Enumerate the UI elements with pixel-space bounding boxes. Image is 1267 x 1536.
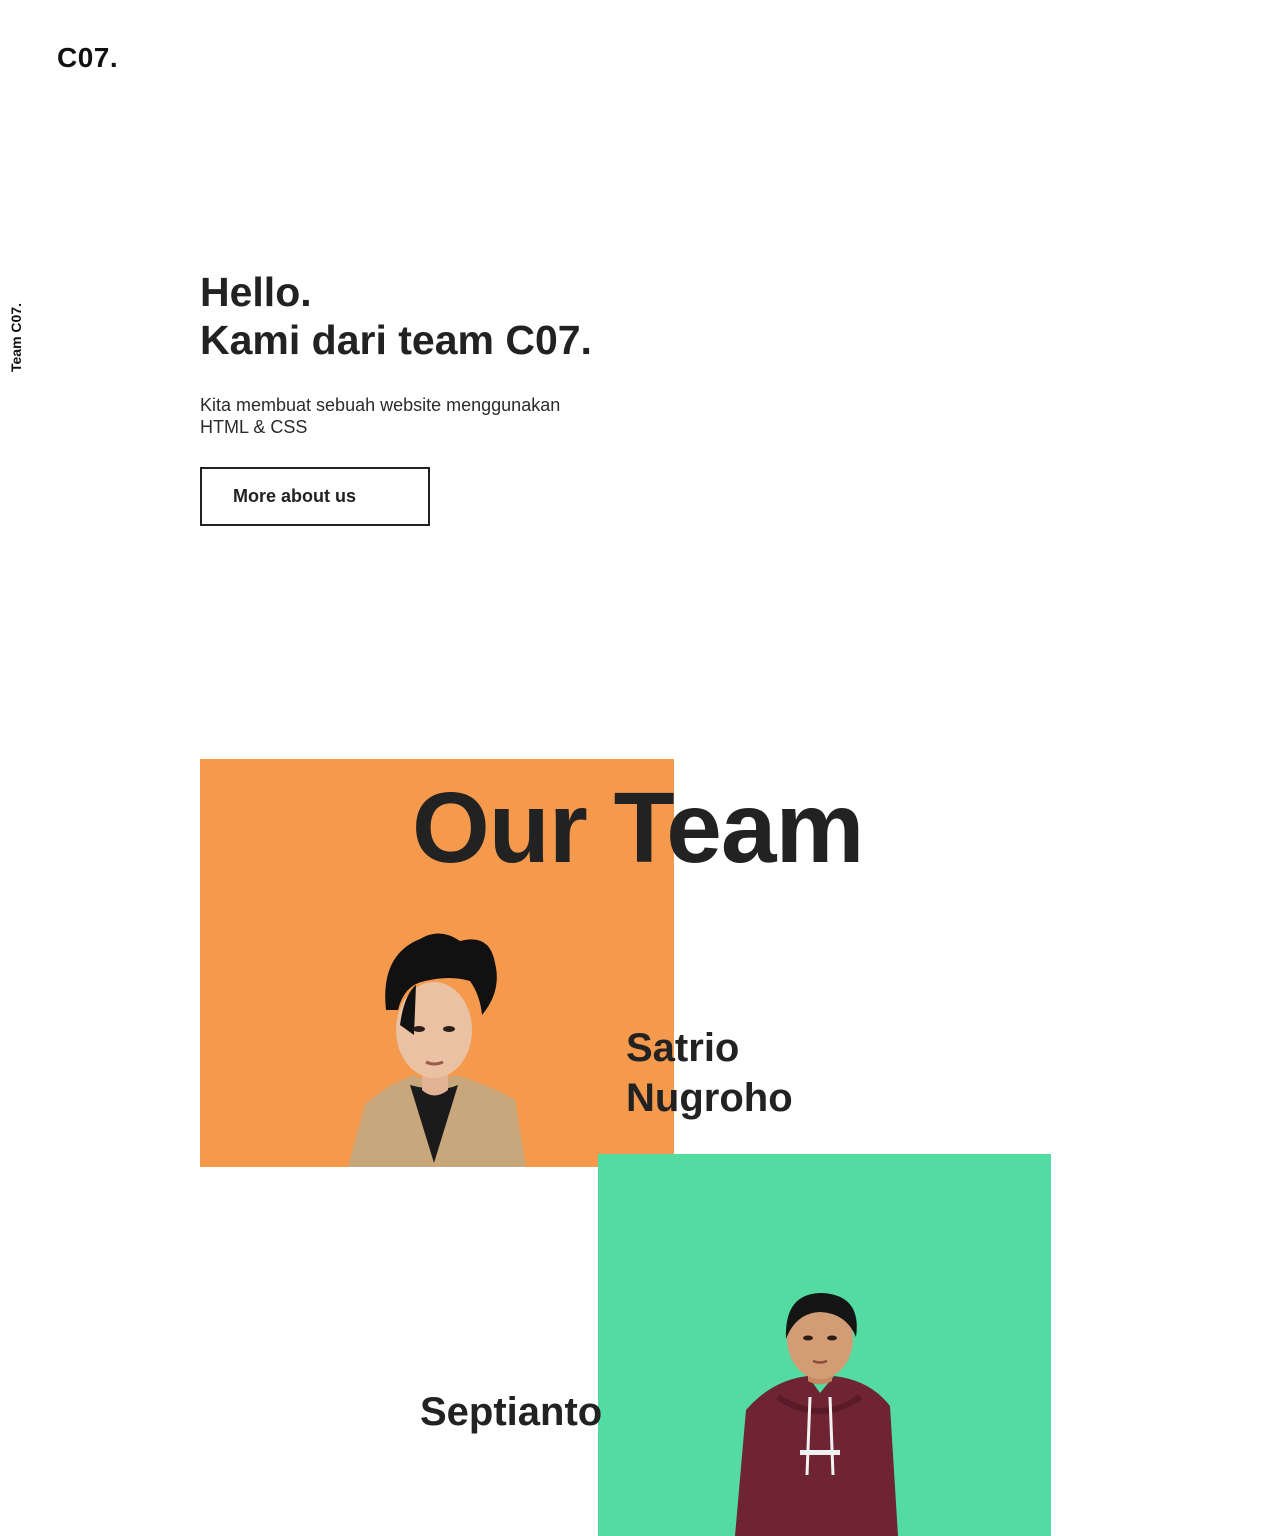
hero-title-line-1: Hello. <box>200 269 312 315</box>
member-1-name: Satrio Nugroho <box>626 1023 793 1123</box>
our-team-heading: Our Team <box>412 772 864 884</box>
more-about-us-label: More about us <box>233 486 357 506</box>
hero-description: Kita membuat sebuah website menggunakan … <box>200 394 620 438</box>
member-2-name: Septianto <box>420 1387 602 1437</box>
member-1-photo <box>348 933 526 1167</box>
hero-title: Hello. Kami dari team C07. <box>200 268 820 364</box>
site-logo[interactable]: C07. <box>57 42 118 74</box>
hero-title-line-2: Kami dari team C07. <box>200 317 592 363</box>
member-2-first-name: Septianto <box>420 1390 603 1434</box>
hero-description-line-2: HTML & CSS <box>200 417 308 437</box>
member-2-photo <box>735 1293 898 1536</box>
member-1-last-name: Nugroho <box>626 1076 793 1120</box>
vertical-team-label: Team C07. <box>8 303 24 372</box>
hero-section: Hello. Kami dari team C07. Kita membuat … <box>200 268 820 438</box>
more-about-us-button[interactable]: More about us <box>200 467 430 526</box>
member-1-first-name: Satrio <box>626 1026 740 1070</box>
hero-description-line-1: Kita membuat sebuah website menggunakan <box>200 395 561 415</box>
